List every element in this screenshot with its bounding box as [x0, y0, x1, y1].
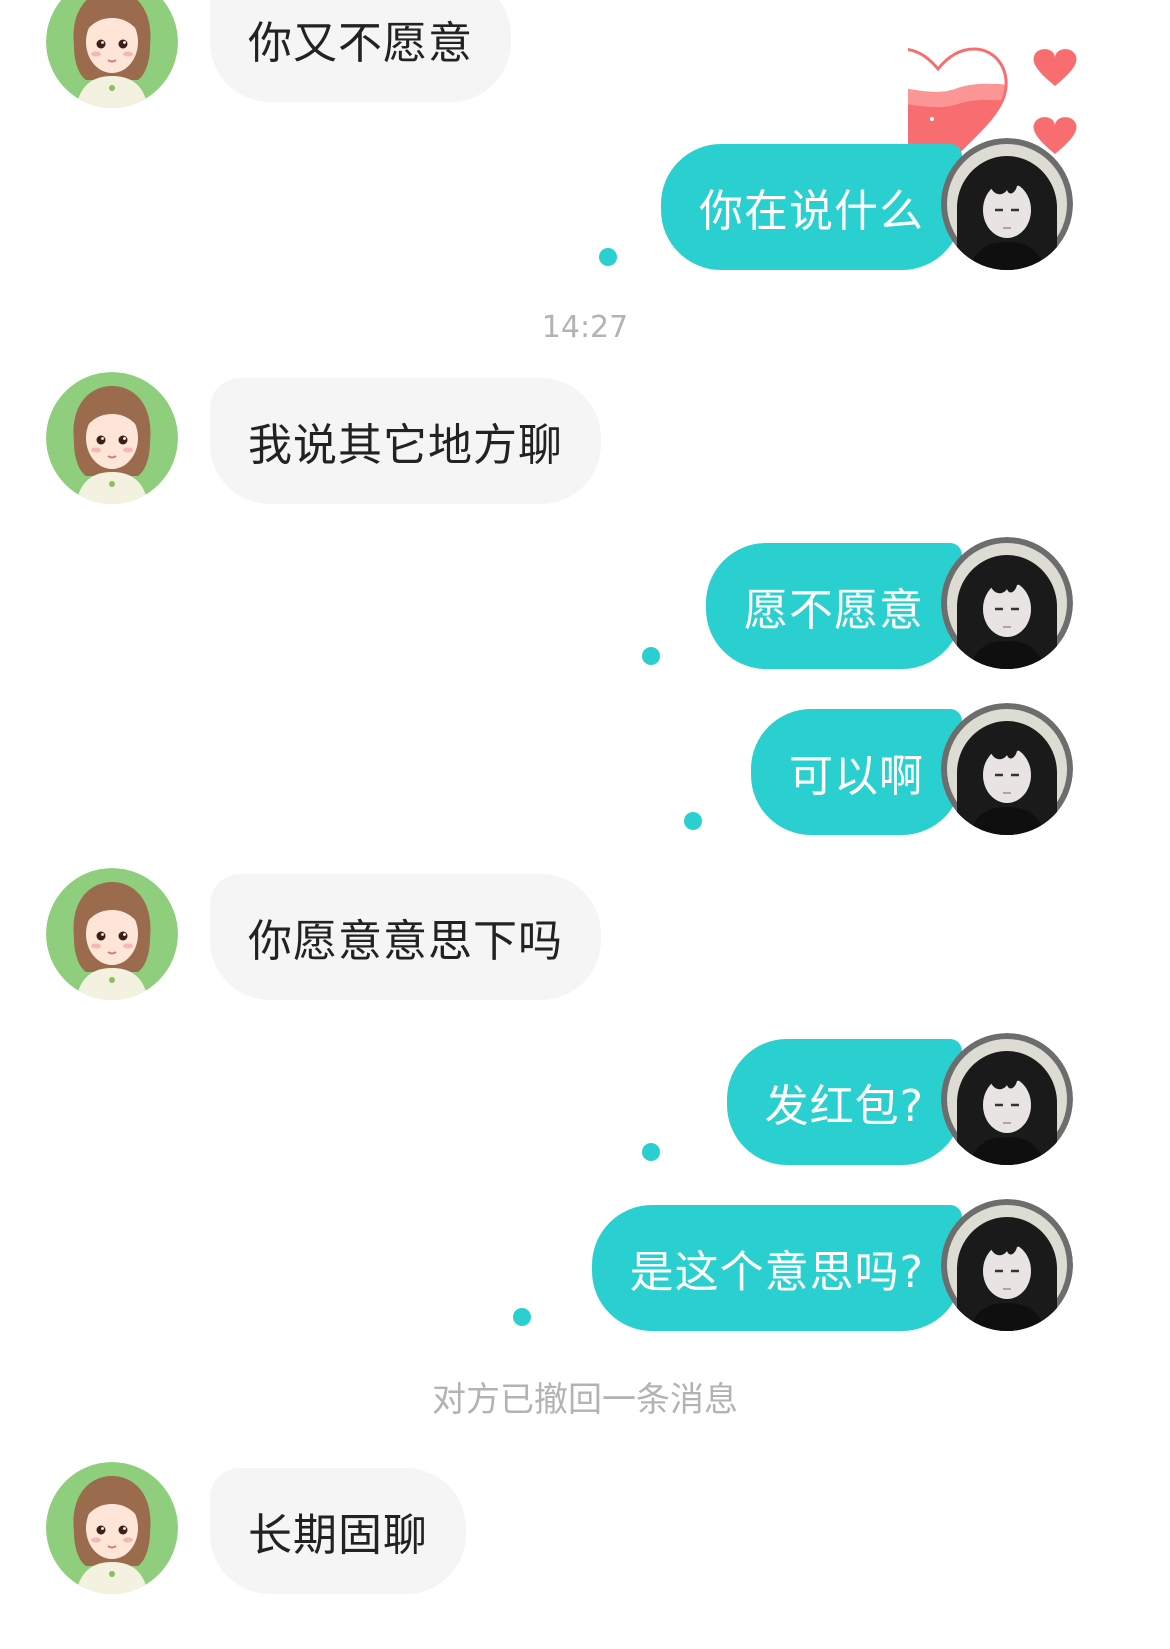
- message-bubble-received[interactable]: 你又不愿意: [210, 0, 511, 102]
- message-text: 你愿意意思下吗: [248, 916, 563, 967]
- message-bubble-sent[interactable]: 可以啊: [751, 709, 962, 835]
- message-text: 发红包?: [764, 1081, 924, 1132]
- contact-avatar[interactable]: [46, 0, 178, 108]
- read-status-dot: [513, 1308, 531, 1326]
- message-bubble-sent[interactable]: 愿不愿意: [706, 543, 962, 669]
- timestamp: 14:27: [541, 310, 629, 345]
- message-bubble-sent[interactable]: 是这个意思吗?: [591, 1205, 962, 1331]
- contact-avatar[interactable]: [46, 372, 178, 504]
- self-avatar[interactable]: [941, 537, 1073, 669]
- heart-icon: [1033, 49, 1077, 86]
- message-text: 是这个意思吗?: [629, 1247, 924, 1298]
- self-avatar[interactable]: [941, 703, 1073, 835]
- message-bubble-sent[interactable]: 发红包?: [726, 1039, 962, 1165]
- read-status-dot: [684, 812, 702, 830]
- message-bubble-received[interactable]: 我说其它地方聊: [210, 378, 601, 504]
- chat-message-list[interactable]: 你又不愿意 你在说什么 14:27 我说其它地方聊 愿不愿意 可以啊 你愿意意思…: [0, 0, 1170, 1649]
- self-avatar[interactable]: [941, 138, 1073, 270]
- read-status-dot: [642, 647, 660, 665]
- read-status-dot: [599, 248, 617, 266]
- message-text: 你在说什么: [699, 186, 924, 237]
- message-text: 愿不愿意: [744, 585, 924, 636]
- read-status-dot: [642, 1143, 660, 1161]
- self-avatar[interactable]: [941, 1199, 1073, 1331]
- message-text: 可以啊: [789, 751, 924, 802]
- message-text: 你又不愿意: [248, 18, 473, 69]
- message-bubble-received[interactable]: 你愿意意思下吗: [210, 874, 601, 1000]
- recall-notice: 对方已撤回一条消息: [432, 1380, 738, 1420]
- self-avatar[interactable]: [941, 1033, 1073, 1165]
- message-bubble-sent[interactable]: 你在说什么: [661, 144, 962, 270]
- message-bubble-received[interactable]: 长期固聊: [210, 1468, 466, 1594]
- contact-avatar[interactable]: [46, 1462, 178, 1594]
- contact-avatar[interactable]: [46, 868, 178, 1000]
- message-text: 长期固聊: [248, 1510, 428, 1561]
- message-text: 我说其它地方聊: [248, 420, 563, 471]
